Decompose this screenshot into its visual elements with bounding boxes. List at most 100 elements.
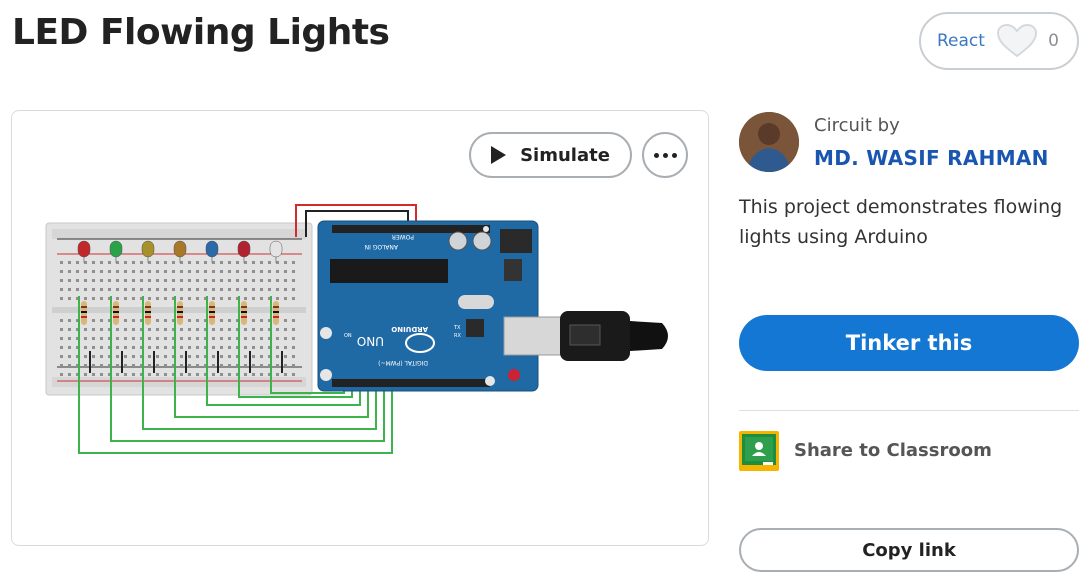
- breadboard-hole: [60, 261, 63, 264]
- divider: [739, 410, 1079, 411]
- breadboard-hole: [124, 337, 127, 340]
- breadboard-hole: [132, 319, 135, 322]
- breadboard-hole: [108, 288, 111, 291]
- breadboard-hole: [244, 270, 247, 273]
- breadboard-hole: [236, 279, 239, 282]
- author-name-link[interactable]: MD. WASIF RAHMAN: [814, 146, 1049, 170]
- breadboard-hole: [100, 279, 103, 282]
- breadboard-hole: [228, 346, 231, 349]
- arduino-uno: ARDUINO UNO DIGITAL (PWM~) ANALOG IN POW…: [317, 220, 539, 392]
- breadboard-hole: [156, 328, 159, 331]
- breadboard-hole: [92, 337, 95, 340]
- breadboard-hole: [188, 319, 191, 322]
- breadboard-hole: [196, 288, 199, 291]
- project-description: This project demonstrates flowing lights…: [739, 196, 1063, 248]
- breadboard-hole: [188, 328, 191, 331]
- breadboard-hole: [228, 319, 231, 322]
- circuit-canvas[interactable]: ARDUINO UNO DIGITAL (PWM~) ANALOG IN POW…: [11, 110, 709, 546]
- react-button[interactable]: React 0: [919, 12, 1079, 70]
- breadboard-hole: [188, 279, 191, 282]
- breadboard-hole: [244, 297, 247, 300]
- breadboard-hole: [148, 373, 151, 376]
- breadboard-hole: [60, 319, 63, 322]
- breadboard-hole: [260, 261, 263, 264]
- breadboard-hole: [180, 297, 183, 300]
- google-classroom-icon[interactable]: [739, 431, 779, 471]
- breadboard-hole: [188, 270, 191, 273]
- breadboard-hole: [188, 355, 191, 358]
- breadboard-hole: [276, 364, 279, 367]
- breadboard-hole: [284, 297, 287, 300]
- breadboard-hole: [140, 261, 143, 264]
- breadboard-hole: [68, 261, 71, 264]
- breadboard-hole: [148, 346, 151, 349]
- breadboard-hole: [172, 279, 175, 282]
- more-dot-icon: [653, 152, 659, 158]
- breadboard-hole: [188, 261, 191, 264]
- breadboard-hole: [292, 270, 295, 273]
- breadboard-hole: [212, 279, 215, 282]
- breadboard-hole: [188, 297, 191, 300]
- breadboard-hole: [244, 337, 247, 340]
- breadboard-hole: [180, 270, 183, 273]
- more-dot-icon: [662, 152, 668, 158]
- breadboard-hole: [236, 270, 239, 273]
- breadboard-hole: [196, 373, 199, 376]
- breadboard-hole: [68, 288, 71, 291]
- breadboard-hole: [220, 373, 223, 376]
- breadboard-hole: [244, 279, 247, 282]
- breadboard-hole: [156, 270, 159, 273]
- tinker-this-button[interactable]: Tinker this: [739, 315, 1079, 371]
- breadboard-hole: [284, 355, 287, 358]
- breadboard-hole: [124, 261, 127, 264]
- breadboard-hole: [212, 328, 215, 331]
- breadboard-hole: [60, 270, 63, 273]
- breadboard-hole: [92, 373, 95, 376]
- breadboard-hole: [108, 270, 111, 273]
- breadboard-hole: [276, 297, 279, 300]
- breadboard-hole: [244, 346, 247, 349]
- breadboard-hole: [228, 337, 231, 340]
- breadboard-hole: [172, 288, 175, 291]
- breadboard-hole: [268, 270, 271, 273]
- breadboard-hole: [116, 328, 119, 331]
- breadboard-hole: [188, 346, 191, 349]
- breadboard-hole: [196, 261, 199, 264]
- breadboard-hole: [252, 297, 255, 300]
- breadboard-hole: [260, 319, 263, 322]
- breadboard-hole: [196, 355, 199, 358]
- simulate-button[interactable]: Simulate: [469, 132, 632, 178]
- breadboard-hole: [220, 261, 223, 264]
- breadboard-hole: [60, 346, 63, 349]
- breadboard-hole: [180, 346, 183, 349]
- breadboard-hole: [164, 270, 167, 273]
- breadboard-hole: [156, 346, 159, 349]
- author-avatar[interactable]: [739, 112, 799, 172]
- more-options-button[interactable]: [642, 132, 688, 178]
- breadboard-hole: [148, 337, 151, 340]
- breadboard-hole: [292, 319, 295, 322]
- board-model: UNO: [357, 334, 384, 348]
- breadboard-hole: [84, 288, 87, 291]
- breadboard-hole: [100, 355, 103, 358]
- breadboard-hole: [244, 328, 247, 331]
- breadboard-hole: [276, 355, 279, 358]
- breadboard-hole: [212, 373, 215, 376]
- breadboard-hole: [260, 279, 263, 282]
- breadboard-hole: [156, 297, 159, 300]
- breadboard-hole: [132, 355, 135, 358]
- breadboard-hole: [100, 328, 103, 331]
- breadboard-hole: [292, 355, 295, 358]
- breadboard-hole: [180, 279, 183, 282]
- breadboard-hole: [60, 337, 63, 340]
- breadboard-hole: [196, 270, 199, 273]
- share-to-classroom-link[interactable]: Share to Classroom: [794, 440, 992, 461]
- breadboard-hole: [260, 346, 263, 349]
- breadboard-hole: [148, 270, 151, 273]
- breadboard-hole: [252, 288, 255, 291]
- copy-link-button[interactable]: Copy link: [739, 528, 1079, 572]
- breadboard-hole: [148, 288, 151, 291]
- breadboard-hole: [60, 364, 63, 367]
- breadboard-hole: [164, 337, 167, 340]
- breadboard-hole: [284, 279, 287, 282]
